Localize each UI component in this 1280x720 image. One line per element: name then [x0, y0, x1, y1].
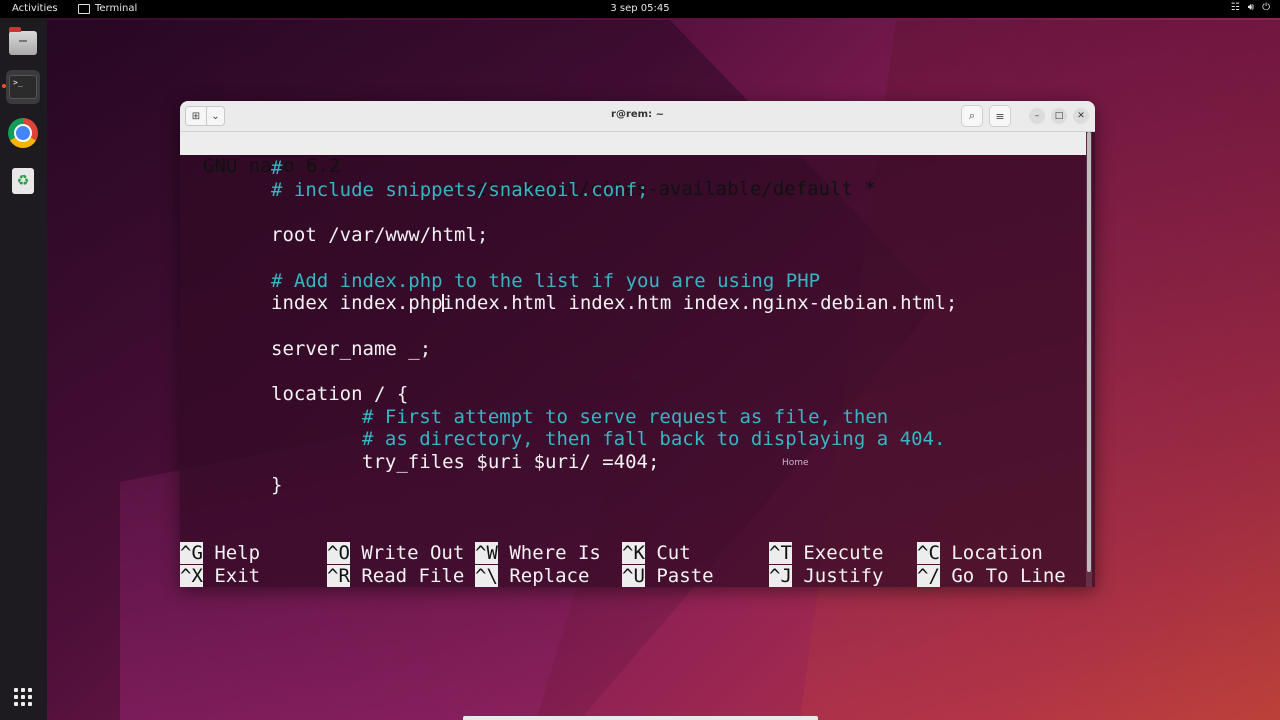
nano-header: GNU nano 6.2 /etc/nginx/sites-available/… — [180, 132, 1086, 200]
code-line: try_files $uri $uri/ =404; — [362, 451, 660, 473]
code-line: # include snippets/snakeoil.conf; — [271, 179, 649, 201]
new-tab-button[interactable]: ⊞ — [185, 106, 207, 126]
shortcut-read-file[interactable]: ^R Read File — [327, 565, 464, 587]
top-bar: Activities Terminal 3 sep 05:45 ☷ 🔊︎ ⏻ — [0, 0, 1280, 18]
code-line: root /var/www/html; — [271, 224, 489, 246]
code-line: index index.phpindex.html index.htm inde… — [271, 292, 957, 314]
dock: >_ ♻ — [0, 18, 47, 720]
trash-icon[interactable]: ♻ — [6, 164, 40, 198]
terminal-window: ⊞ ⌄ r@rem: ~ ⌕ ≡ – □ ✕ GNU nano 6.2 /etc… — [180, 101, 1095, 587]
hamburger-menu-icon[interactable]: ≡ — [989, 105, 1011, 127]
shortcut-help[interactable]: ^G Help — [180, 542, 260, 564]
chrome-icon[interactable] — [6, 116, 40, 150]
shortcut-exit[interactable]: ^X Exit — [180, 565, 260, 587]
code-line: server_name _; — [271, 338, 432, 360]
search-icon[interactable]: ⌕ — [961, 105, 983, 127]
code-line: # — [271, 157, 283, 179]
shortcut-paste[interactable]: ^U Paste — [622, 565, 714, 587]
scrollbar[interactable] — [1086, 132, 1092, 587]
show-apps-icon[interactable] — [6, 680, 40, 714]
bottom-panel-edge — [463, 716, 818, 720]
code-text: index.html index.htm index.nginx-debian.… — [442, 292, 958, 314]
network-icon[interactable]: ☷ — [1231, 2, 1240, 13]
shortcut-location[interactable]: ^C Location — [917, 542, 1043, 564]
code-line: location / { — [271, 383, 409, 405]
scrollbar-thumb[interactable] — [1087, 132, 1091, 572]
close-button[interactable]: ✕ — [1073, 108, 1089, 124]
window-title: r@rem: ~ — [611, 109, 664, 120]
app-menu[interactable]: Terminal — [78, 3, 137, 14]
maximize-button[interactable]: □ — [1051, 108, 1067, 124]
shortcut-execute[interactable]: ^T Execute — [769, 542, 883, 564]
shortcut-cut[interactable]: ^K Cut — [622, 542, 691, 564]
terminal-icon[interactable]: >_ — [6, 70, 40, 104]
terminal-content[interactable]: GNU nano 6.2 /etc/nginx/sites-available/… — [180, 132, 1095, 587]
files-icon[interactable] — [6, 26, 40, 60]
code-line: # First attempt to serve request as file… — [362, 406, 889, 428]
volume-icon[interactable]: 🔊︎ — [1248, 2, 1254, 13]
minimize-button[interactable]: – — [1029, 108, 1045, 124]
code-line: # as directory, then fall back to displa… — [362, 428, 946, 450]
code-text: index index.php — [271, 292, 443, 314]
shortcut-where-is[interactable]: ^W Where Is — [475, 542, 601, 564]
shortcut-write-out[interactable]: ^O Write Out — [327, 542, 464, 564]
system-tray[interactable]: ☷ 🔊︎ ⏻ — [1231, 2, 1270, 13]
terminal-app-icon — [78, 3, 90, 14]
power-icon[interactable]: ⏻ — [1262, 2, 1270, 13]
app-name-label: Terminal — [95, 3, 138, 14]
home-tooltip: Home — [782, 458, 809, 468]
shortcut-justify[interactable]: ^J Justify — [769, 565, 883, 587]
shortcut-go-to-line[interactable]: ^/ Go To Line — [917, 565, 1066, 587]
window-titlebar[interactable]: ⊞ ⌄ r@rem: ~ ⌕ ≡ – □ ✕ — [180, 101, 1095, 132]
code-line: } — [271, 474, 283, 496]
code-line: # Add index.php to the list if you are u… — [271, 270, 821, 292]
clock[interactable]: 3 sep 05:45 — [0, 3, 1280, 14]
running-indicator — [2, 84, 6, 88]
terminal-prompt-glyph: >_ — [9, 75, 37, 99]
activities-button[interactable]: Activities — [12, 3, 58, 14]
shortcut-replace[interactable]: ^\ Replace — [475, 565, 589, 587]
chevron-down-icon[interactable]: ⌄ — [207, 106, 225, 126]
